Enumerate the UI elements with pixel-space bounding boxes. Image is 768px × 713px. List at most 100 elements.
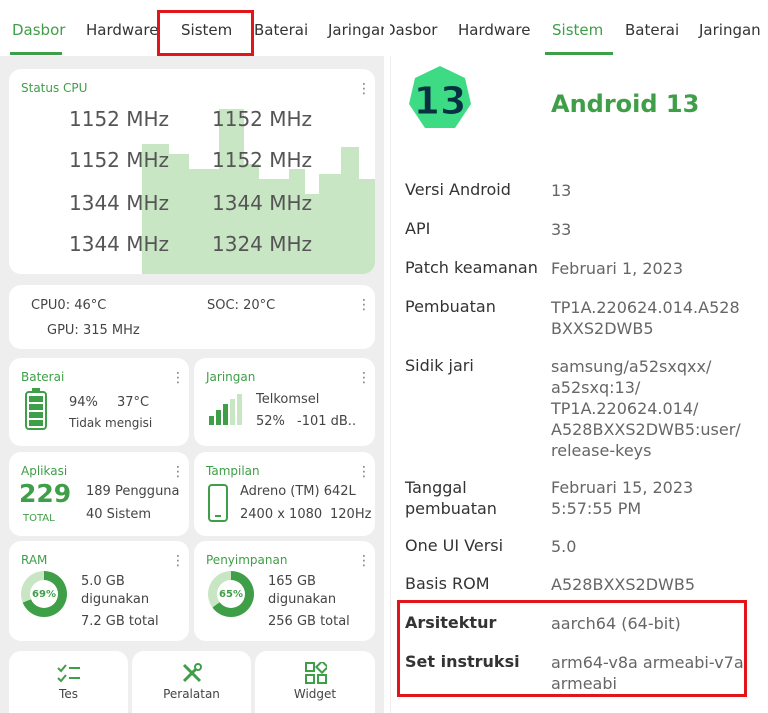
tab-dasbor[interactable]: Dasbor xyxy=(390,21,437,39)
tab-baterai[interactable]: Baterai xyxy=(625,21,679,39)
ram-percent: 69% xyxy=(32,588,56,600)
network-card-title: Jaringan xyxy=(206,370,256,384)
phone-icon xyxy=(208,484,228,522)
apps-card-title: Aplikasi xyxy=(21,464,68,478)
tes-button[interactable]: Tes xyxy=(9,651,128,713)
more-vert-icon[interactable]: ⋮ xyxy=(171,465,185,479)
cpu-core-1-freq: 1152 MHz xyxy=(212,107,313,131)
signal-bars-icon xyxy=(209,394,242,425)
tab-baterai[interactable]: Baterai xyxy=(254,21,308,39)
soc-temp: SOC: 20°C xyxy=(207,298,276,313)
label-api: API xyxy=(405,219,431,238)
display-card[interactable]: Tampilan ⋮ Adreno (TM) 642L 2400 x 1080 … xyxy=(194,452,375,536)
display-refresh-rate: 120Hz xyxy=(330,507,372,522)
storage-total: 256 GB total xyxy=(268,614,350,629)
value-patch-keamanan: Februari 1, 2023 xyxy=(551,259,684,278)
more-vert-icon[interactable]: ⋮ xyxy=(357,298,371,312)
apps-total-label: TOTAL xyxy=(23,513,55,524)
battery-card[interactable]: Baterai ⋮ 94% 37°C Tidak mengisi xyxy=(9,358,189,446)
right-tab-bar: Dasbor Hardware Sistem Baterai Jaringan xyxy=(390,0,768,56)
apps-system-count: 40 Sistem xyxy=(86,507,152,522)
checklist-icon xyxy=(57,664,80,683)
more-vert-icon[interactable]: ⋮ xyxy=(357,82,371,96)
more-vert-icon[interactable]: ⋮ xyxy=(171,371,185,385)
display-resolution: 2400 x 1080 xyxy=(240,507,323,522)
storage-usage-ring: 65% xyxy=(208,571,254,617)
value-tanggal-pembuatan: Februari 15, 2023 5:57:55 PM xyxy=(551,478,694,518)
more-vert-icon[interactable]: ⋮ xyxy=(357,554,371,568)
widget-label: Widget xyxy=(293,687,337,701)
tools-icon xyxy=(182,663,202,683)
value-api: 33 xyxy=(551,220,572,239)
cpu-card-title: Status CPU xyxy=(21,81,88,95)
more-vert-icon[interactable]: ⋮ xyxy=(357,371,371,385)
more-vert-icon[interactable]: ⋮ xyxy=(171,554,185,568)
ram-total: 7.2 GB total xyxy=(81,614,159,629)
battery-icon xyxy=(25,388,47,430)
ram-used: 5.0 GB xyxy=(81,574,125,589)
active-tab-indicator xyxy=(545,52,613,55)
label-basis-rom: Basis ROM xyxy=(405,574,490,593)
svg-text:13: 13 xyxy=(414,79,467,123)
label-tanggal-pembuatan: Tanggal pembuatan xyxy=(405,478,497,518)
network-carrier: Telkomsel xyxy=(256,392,320,407)
cpu-core-6-freq: 1344 MHz xyxy=(69,232,170,256)
storage-used: 165 GB xyxy=(268,574,316,589)
label-pembuatan: Pembuatan xyxy=(405,297,496,316)
tab-sistem[interactable]: Sistem xyxy=(552,21,603,39)
tab-hardware[interactable]: Hardware xyxy=(458,21,530,39)
battery-status: Tidak mengisi xyxy=(69,416,153,430)
apps-total: 229 xyxy=(19,479,72,508)
battery-percent: 94% xyxy=(69,395,98,410)
cpu-core-3-freq: 1152 MHz xyxy=(212,148,313,172)
apps-user-count: 189 Pengguna xyxy=(86,484,180,499)
label-patch-keamanan: Patch keamanan xyxy=(405,258,538,277)
tes-label: Tes xyxy=(59,687,78,701)
highlight-box-architecture xyxy=(397,600,747,697)
ram-card[interactable]: RAM ⋮ 69% 5.0 GB digunakan 7.2 GB total xyxy=(9,541,189,641)
cpu-status-card[interactable]: Status CPU ⋮ 1152 MHz 1152 MHz 1152 MHz … xyxy=(9,69,375,274)
left-screenshot: Dasbor Hardware Sistem Baterai Jaringan … xyxy=(0,0,384,713)
storage-card-title: Penyimpanan xyxy=(206,553,288,567)
more-vert-icon[interactable]: ⋮ xyxy=(357,465,371,479)
cpu-core-2-freq: 1152 MHz xyxy=(69,148,170,172)
network-signal-percent: 52% xyxy=(256,414,285,429)
temperature-card[interactable]: CPU0: 46°C SOC: 20°C GPU: 315 MHz ⋮ xyxy=(9,285,375,349)
cpu-core-5-freq: 1344 MHz xyxy=(212,191,313,215)
label-sidik-jari: Sidik jari xyxy=(405,356,474,375)
value-basis-rom: A528BXXS2DWB5 xyxy=(551,575,696,594)
network-dbm: -101 dB.. xyxy=(297,414,357,429)
battery-temp: 37°C xyxy=(117,395,150,410)
active-tab-indicator xyxy=(10,52,62,55)
value-versi-android: 13 xyxy=(551,181,572,200)
ram-card-title: RAM xyxy=(21,553,48,567)
cpu-graph xyxy=(142,109,375,274)
cpu-core-7-freq: 1324 MHz xyxy=(212,232,313,256)
widget-button[interactable]: Widget xyxy=(255,651,375,713)
tab-jaringan[interactable]: Jaringan xyxy=(699,21,761,39)
android-13-logo: 13 xyxy=(409,66,471,128)
value-one-ui-versi: 5.0 xyxy=(551,537,577,556)
display-card-title: Tampilan xyxy=(206,464,260,478)
android-version-title: Android 13 xyxy=(551,90,700,118)
peralatan-button[interactable]: Peralatan xyxy=(132,651,251,713)
ram-usage-ring: 69% xyxy=(21,571,67,617)
network-card[interactable]: Jaringan ⋮ Telkomsel 52% -101 dB.. xyxy=(194,358,375,446)
tab-dasbor[interactable]: Dasbor xyxy=(12,21,65,39)
highlight-box-sistem-tab xyxy=(157,10,254,56)
ram-used-label: digunakan xyxy=(81,592,150,607)
apps-card[interactable]: Aplikasi ⋮ 229 TOTAL 189 Pengguna 40 Sis… xyxy=(9,452,189,536)
value-pembuatan: TP1A.220624.014.A528 BXXS2DWB5 xyxy=(551,298,740,338)
label-versi-android: Versi Android xyxy=(405,180,511,199)
tab-hardware[interactable]: Hardware xyxy=(86,21,158,39)
storage-card[interactable]: Penyimpanan ⋮ 65% 165 GB digunakan 256 G… xyxy=(194,541,375,641)
widget-icon xyxy=(305,662,327,684)
peralatan-label: Peralatan xyxy=(163,687,220,701)
cpu-core-4-freq: 1344 MHz xyxy=(69,191,170,215)
storage-used-label: digunakan xyxy=(268,592,337,607)
display-gpu: Adreno (TM) 642L xyxy=(240,484,356,499)
cpu0-temp: CPU0: 46°C xyxy=(31,298,107,313)
tab-jaringan[interactable]: Jaringan xyxy=(328,21,384,39)
gpu-freq: GPU: 315 MHz xyxy=(47,323,140,338)
label-one-ui-versi: One UI Versi xyxy=(405,536,504,555)
